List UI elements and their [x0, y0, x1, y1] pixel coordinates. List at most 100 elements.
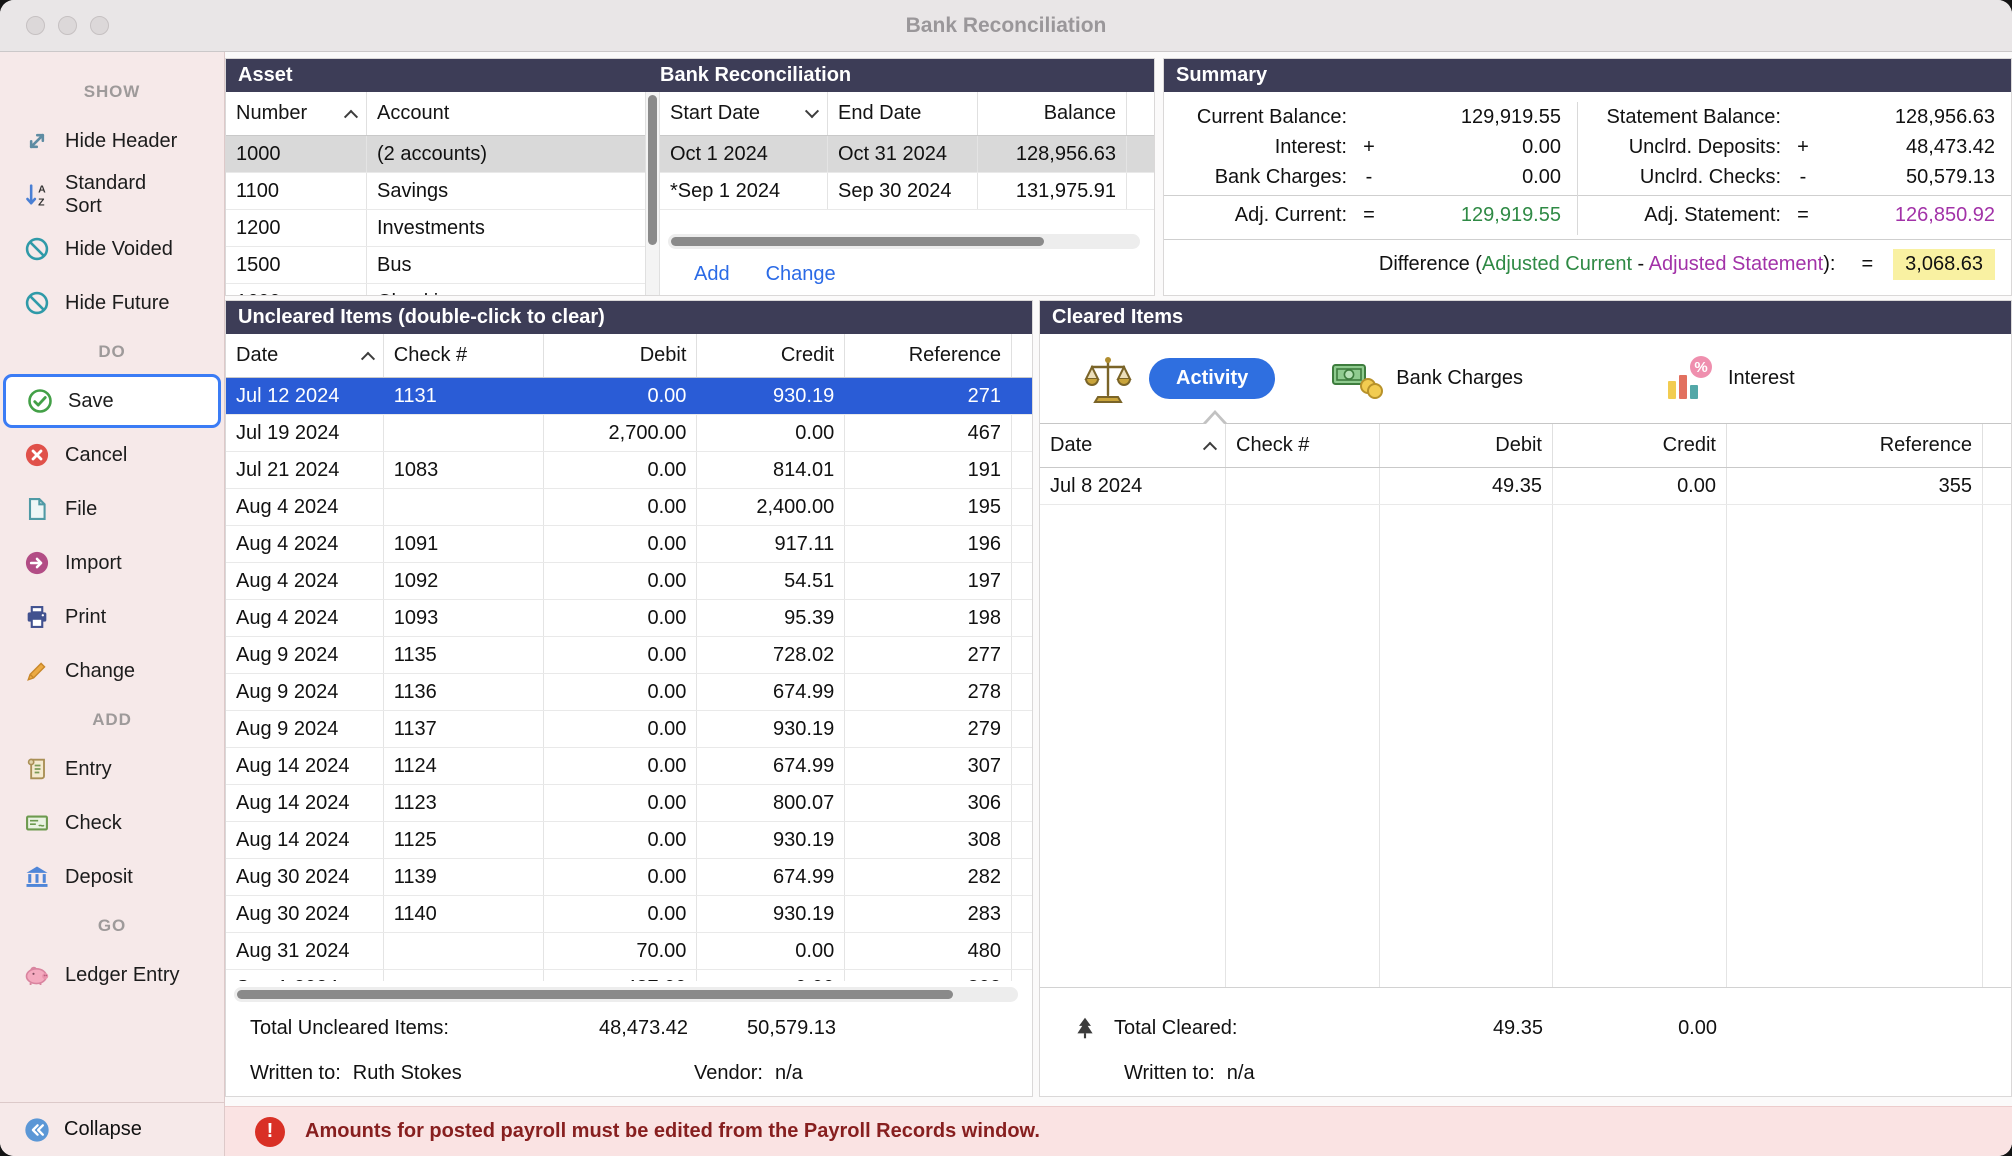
sidebar-item-change[interactable]: Change [0, 644, 224, 698]
column-header-reference[interactable]: Reference [845, 334, 1012, 377]
column-header-start-date[interactable]: Start Date [660, 92, 828, 135]
sidebar-item-print[interactable]: Print [0, 590, 224, 644]
column-header-credit[interactable]: Credit [697, 334, 845, 377]
written-to-value: n/a [1227, 1062, 1255, 1085]
column-header-balance[interactable]: Balance [978, 92, 1127, 135]
uncleared-row[interactable]: Aug 4 2024 1093 0.00 95.39 198 [226, 600, 1032, 637]
cell-check-number: 1131 [384, 378, 544, 414]
column-header-credit[interactable]: Credit [1553, 424, 1727, 467]
uncleared-row[interactable]: Sep 1 2024 437.00 0.00 302 [226, 970, 1032, 981]
column-header-check-number[interactable]: Check # [384, 334, 544, 377]
column-header-debit[interactable]: Debit [544, 334, 698, 377]
active-tab-notch [1203, 410, 1227, 423]
column-header-end-date[interactable]: End Date [828, 92, 978, 135]
uncleared-row[interactable]: Aug 4 2024 0.00 2,400.00 195 [226, 489, 1032, 526]
scrollbar-thumb[interactable] [237, 990, 953, 999]
summary-row-label: Bank Charges: [1164, 166, 1347, 189]
adjusted-statement-value: 126,850.92 [1825, 204, 1995, 227]
sidebar-item-check[interactable]: Check [0, 796, 224, 850]
sidebar-item-hide-voided[interactable]: Hide Voided [0, 222, 224, 276]
uncleared-row[interactable]: Aug 14 2024 1125 0.00 930.19 308 [226, 822, 1032, 859]
uncleared-horizontal-scrollbar[interactable] [234, 987, 1018, 1002]
scrollbar-thumb[interactable] [671, 237, 1044, 246]
cell-date: Sep 1 2024 [226, 970, 384, 981]
add-link[interactable]: Add [694, 263, 730, 286]
summary-body: Current Balance: 129,919.55 Interest: + … [1164, 92, 2011, 295]
uncleared-row[interactable]: Aug 9 2024 1137 0.00 930.19 279 [226, 711, 1032, 748]
sidebar-item-hide-future[interactable]: Hide Future [0, 276, 224, 330]
asset-row[interactable]: 1600 Checking [226, 284, 645, 295]
svg-text:Z: Z [38, 197, 45, 209]
sidebar-item-entry[interactable]: Entry [0, 742, 224, 796]
uncleared-row[interactable]: Aug 4 2024 1091 0.00 917.11 196 [226, 526, 1032, 563]
no-circle-icon [22, 234, 52, 264]
tab-interest[interactable]: % Interest [1663, 353, 1795, 405]
tab-bank-charges[interactable]: Bank Charges [1331, 353, 1523, 405]
asset-row[interactable]: 1100 Savings [226, 173, 645, 210]
uncleared-row[interactable]: Aug 4 2024 1092 0.00 54.51 197 [226, 563, 1032, 600]
close-window-button[interactable] [26, 16, 45, 35]
tab-activity[interactable]: Activity [1080, 351, 1275, 407]
column-header-check-number[interactable]: Check # [1226, 424, 1380, 467]
zoom-window-button[interactable] [90, 16, 109, 35]
column-header-account[interactable]: Account [367, 92, 645, 135]
difference-value: 3,068.63 [1893, 249, 1995, 280]
uncleared-row[interactable]: Aug 9 2024 1136 0.00 674.99 278 [226, 674, 1032, 711]
uncleared-row[interactable]: Aug 14 2024 1123 0.00 800.07 306 [226, 785, 1032, 822]
difference-label: Difference (Adjusted Current - Adjusted … [1379, 253, 1836, 276]
cleared-panel-header: Cleared Items [1040, 301, 2011, 334]
change-link[interactable]: Change [766, 263, 836, 286]
cell-reference: 195 [845, 489, 1012, 525]
collapse-button[interactable]: Collapse [0, 1102, 224, 1156]
column-header-number[interactable]: Number [226, 92, 367, 135]
summary-panel-header: Summary [1164, 59, 2011, 92]
summary-statement-column: Statement Balance: 128,956.63 Unclrd. De… [1577, 102, 2011, 235]
tab-interest-label[interactable]: Interest [1728, 367, 1795, 390]
uncleared-row[interactable]: Jul 19 2024 2,700.00 0.00 467 [226, 415, 1032, 452]
column-header-date[interactable]: Date [226, 334, 384, 377]
summary-row: Interest: + 0.00 [1164, 132, 1577, 162]
uncleared-row[interactable]: Aug 30 2024 1140 0.00 930.19 283 [226, 896, 1032, 933]
sidebar-item-standard-sort[interactable]: AZ Standard Sort [0, 168, 224, 222]
sidebar-item-deposit[interactable]: Deposit [0, 850, 224, 904]
tab-bank-charges-label[interactable]: Bank Charges [1396, 367, 1523, 390]
sidebar-item-cancel[interactable]: Cancel [0, 428, 224, 482]
uncleared-totals-row: Total Uncleared Items: 48,473.42 50,579.… [226, 1006, 1032, 1050]
recon-row[interactable]: Oct 1 2024 Oct 31 2024 128,956.63 [660, 136, 1154, 173]
uncleared-row[interactable]: Jul 21 2024 1083 0.00 814.01 191 [226, 452, 1032, 489]
uncleared-row[interactable]: Aug 9 2024 1135 0.00 728.02 277 [226, 637, 1032, 674]
vendor-group: Vendor: n/a [694, 1062, 803, 1085]
uncleared-row[interactable]: Aug 30 2024 1139 0.00 674.99 282 [226, 859, 1032, 896]
sidebar-item-file[interactable]: File [0, 482, 224, 536]
sidebar-item-import[interactable]: Import [0, 536, 224, 590]
cell-end-date: Sep 30 2024 [828, 173, 978, 209]
cell-date: Aug 30 2024 [226, 896, 384, 932]
cell-date: Jul 12 2024 [226, 378, 384, 414]
minimize-window-button[interactable] [58, 16, 77, 35]
sidebar-item-hide-header[interactable]: Hide Header [0, 114, 224, 168]
cell-check-number: 1093 [384, 600, 544, 636]
main-content: Asset Bank Reconciliation Number Account [225, 52, 2012, 1156]
cleared-row[interactable]: Jul 8 2024 49.35 0.00 355 [1040, 468, 2011, 505]
uncleared-row[interactable]: Jul 12 2024 1131 0.00 930.19 271 [226, 378, 1032, 415]
tab-activity-button[interactable]: Activity [1149, 358, 1275, 399]
cell-reference: 307 [845, 748, 1012, 784]
uncleared-row[interactable]: Aug 31 2024 70.00 0.00 480 [226, 933, 1032, 970]
column-header-debit[interactable]: Debit [1380, 424, 1553, 467]
column-header-date[interactable]: Date [1040, 424, 1226, 467]
asset-vertical-scrollbar[interactable] [645, 92, 660, 295]
sidebar-item-ledger-entry[interactable]: Ledger Entry [0, 948, 224, 1002]
cell-date: Aug 14 2024 [226, 785, 384, 821]
column-header-label: Balance [1044, 102, 1116, 125]
asset-row[interactable]: 1500 Bus [226, 247, 645, 284]
cell-account-name: Checking [367, 284, 645, 295]
asset-row[interactable]: 1000 (2 accounts) [226, 136, 645, 173]
uncleared-row[interactable]: Aug 14 2024 1124 0.00 674.99 307 [226, 748, 1032, 785]
summary-current-column: Current Balance: 129,919.55 Interest: + … [1164, 102, 1577, 235]
sidebar-item-save[interactable]: Save [3, 374, 221, 428]
scrollbar-thumb[interactable] [648, 95, 657, 245]
recon-horizontal-scrollbar[interactable] [668, 234, 1140, 249]
column-header-reference[interactable]: Reference [1727, 424, 1983, 467]
asset-row[interactable]: 1200 Investments [226, 210, 645, 247]
recon-row[interactable]: *Sep 1 2024 Sep 30 2024 131,975.91 [660, 173, 1154, 210]
